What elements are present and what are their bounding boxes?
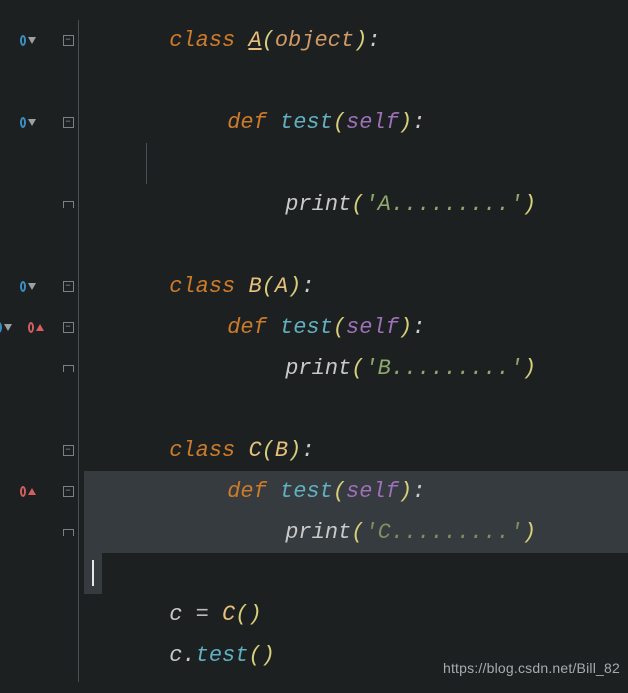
colon: : <box>412 315 425 340</box>
paren: ( <box>262 28 275 53</box>
class-name: C <box>248 438 261 463</box>
keyword: def <box>227 315 280 340</box>
class-name: A <box>248 28 261 53</box>
fold-end-icon[interactable] <box>60 361 76 377</box>
builtin-call: print <box>285 356 351 381</box>
code-content[interactable]: c.test() <box>84 618 628 693</box>
paren: ) <box>523 356 536 381</box>
fold-end-icon[interactable] <box>60 197 76 213</box>
method-name: test <box>196 643 249 668</box>
text-cursor <box>92 560 94 586</box>
dot: . <box>182 643 195 668</box>
identifier: c <box>169 643 182 668</box>
parameter: self <box>346 479 399 504</box>
gutter <box>0 307 84 348</box>
overrides-down-icon[interactable] <box>20 115 36 131</box>
gutter <box>0 20 84 61</box>
gutter <box>0 102 84 143</box>
gutter <box>0 184 84 225</box>
paren: ( <box>351 192 364 217</box>
paren: ) <box>523 192 536 217</box>
base-class: object <box>275 28 354 53</box>
gutter <box>0 594 84 635</box>
fold-toggle-icon[interactable] <box>60 33 76 49</box>
code-line[interactable]: print('C.........') <box>0 512 628 553</box>
keyword: def <box>227 479 280 504</box>
fold-toggle-icon[interactable] <box>60 320 76 336</box>
paren: ( <box>333 110 346 135</box>
paren: ) <box>288 438 301 463</box>
overrides-down-icon[interactable] <box>20 279 36 295</box>
paren: ( <box>351 520 364 545</box>
colon: : <box>367 28 380 53</box>
method-name: test <box>280 315 333 340</box>
fold-toggle-icon[interactable] <box>60 443 76 459</box>
paren: ) <box>288 274 301 299</box>
paren: ( <box>333 479 346 504</box>
overridden-up-icon[interactable] <box>20 484 36 500</box>
gutter <box>0 61 84 102</box>
colon: : <box>301 274 314 299</box>
string-literal: 'C.........' <box>364 520 522 545</box>
identifier: c <box>169 602 182 627</box>
paren: ) <box>248 602 261 627</box>
overrides-down-icon[interactable] <box>20 33 36 49</box>
method-name: test <box>280 110 333 135</box>
fold-toggle-icon[interactable] <box>60 279 76 295</box>
builtin-call: print <box>285 192 351 217</box>
code-line[interactable]: print('B.........') <box>0 348 628 389</box>
builtin-call: print <box>285 520 351 545</box>
gutter <box>0 512 84 553</box>
paren: ( <box>262 438 275 463</box>
fold-end-icon[interactable] <box>60 525 76 541</box>
gutter <box>0 471 84 512</box>
paren: ( <box>235 602 248 627</box>
paren: ) <box>399 479 412 504</box>
class-name: C <box>222 602 235 627</box>
code-editor[interactable]: class A(object): def test(self): print( <box>0 20 628 682</box>
fold-toggle-icon[interactable] <box>60 115 76 131</box>
keyword: class <box>169 28 248 53</box>
operator: = <box>182 602 222 627</box>
base-class: B <box>275 438 288 463</box>
paren: ( <box>248 643 261 668</box>
gutter <box>0 348 84 389</box>
code-line[interactable]: def test(self): <box>0 102 628 143</box>
overridden-up-icon[interactable] <box>28 320 44 336</box>
paren: ) <box>399 110 412 135</box>
gutter <box>0 430 84 471</box>
gutter <box>0 266 84 307</box>
code-line[interactable]: print('A.........') <box>0 184 628 225</box>
paren: ( <box>262 274 275 299</box>
parameter: self <box>346 315 399 340</box>
gutter <box>0 143 84 184</box>
watermark: https://blog.csdn.net/Bill_82 <box>443 660 620 676</box>
gutter <box>0 635 84 676</box>
string-literal: 'B.........' <box>364 356 522 381</box>
colon: : <box>301 438 314 463</box>
paren: ) <box>399 315 412 340</box>
overrides-down-icon[interactable] <box>0 320 12 336</box>
keyword: def <box>227 110 280 135</box>
paren: ) <box>262 643 275 668</box>
fold-toggle-icon[interactable] <box>60 484 76 500</box>
paren: ) <box>523 520 536 545</box>
keyword: class <box>169 438 248 463</box>
paren: ( <box>333 315 346 340</box>
paren: ( <box>351 356 364 381</box>
base-class: A <box>275 274 288 299</box>
keyword: class <box>169 274 248 299</box>
method-name: test <box>280 479 333 504</box>
colon: : <box>412 479 425 504</box>
string-literal: 'A.........' <box>364 192 522 217</box>
paren: ) <box>354 28 367 53</box>
class-name: B <box>248 274 261 299</box>
parameter: self <box>346 110 399 135</box>
code-line[interactable]: class A(object): <box>0 20 628 61</box>
colon: : <box>412 110 425 135</box>
